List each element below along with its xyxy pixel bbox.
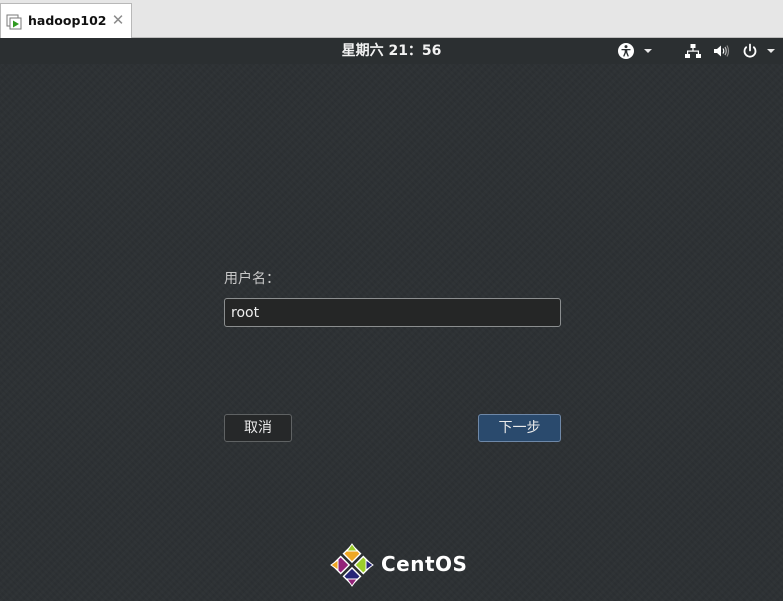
vm-tab-strip: hadoop102 ✕ xyxy=(0,0,783,38)
centos-logo: CentOS xyxy=(330,543,467,587)
chevron-down-icon xyxy=(767,49,775,53)
accessibility-menu[interactable] xyxy=(617,42,657,60)
username-label: 用户名： xyxy=(224,271,280,287)
vm-window: hadoop102 ✕ 星期六 21：56 用户名： root 取消 下一步 C… xyxy=(0,0,783,601)
next-button[interactable]: 下一步 xyxy=(478,414,561,442)
chevron-down-icon xyxy=(644,49,652,53)
gnome-top-bar: 星期六 21：56 xyxy=(0,38,783,64)
cancel-button[interactable]: 取消 xyxy=(224,414,292,442)
power-icon xyxy=(743,43,757,58)
username-input[interactable] xyxy=(224,298,561,327)
network-icon xyxy=(685,44,701,58)
network-indicator[interactable] xyxy=(684,42,702,60)
volume-icon xyxy=(714,45,730,57)
vm-tab-title: hadoop102 xyxy=(28,13,107,28)
power-menu[interactable] xyxy=(741,42,780,60)
volume-indicator[interactable] xyxy=(712,42,730,60)
clock-container: 星期六 21：56 xyxy=(0,38,783,64)
clock[interactable]: 星期六 21：56 xyxy=(342,43,442,59)
close-icon[interactable]: ✕ xyxy=(111,13,125,28)
accessibility-icon xyxy=(618,43,634,59)
vm-play-icon xyxy=(6,14,22,30)
vm-tab-hadoop102[interactable]: hadoop102 ✕ xyxy=(0,3,132,38)
login-background xyxy=(0,64,783,601)
centos-wordmark: CentOS xyxy=(381,552,468,576)
centos-logo-icon xyxy=(330,543,374,587)
